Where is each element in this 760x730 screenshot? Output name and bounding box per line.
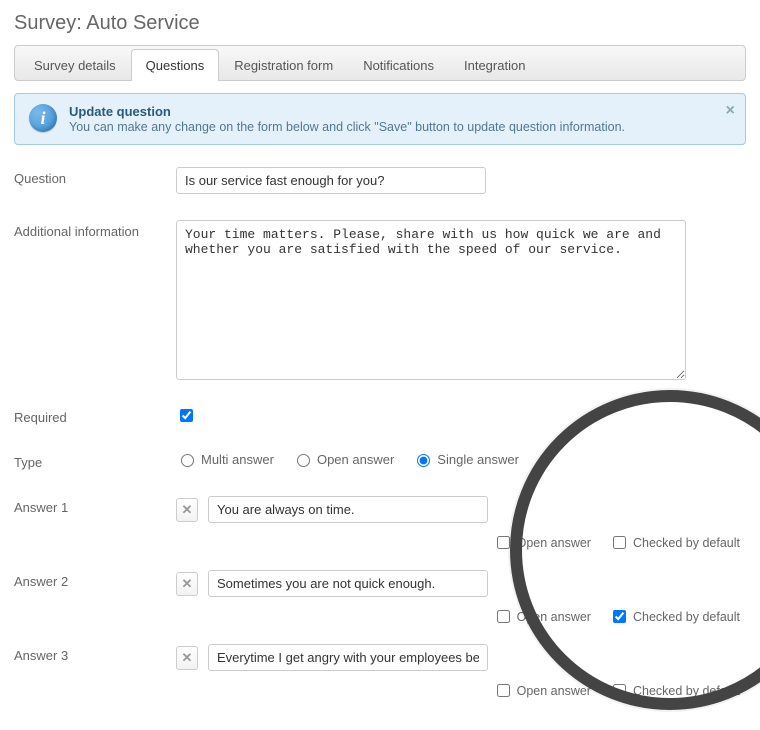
required-checkbox[interactable]: [180, 409, 193, 422]
close-icon: ✕: [182, 650, 193, 666]
answer-1-default-checkbox[interactable]: [613, 536, 626, 549]
answer-3-open-label: Open answer: [517, 684, 591, 698]
answer-2-default-option[interactable]: Checked by default: [609, 607, 740, 626]
label-required: Required: [14, 406, 176, 425]
type-single-label: Single answer: [437, 452, 519, 467]
type-multi-radio[interactable]: [181, 454, 194, 467]
delete-answer-2-button[interactable]: ✕: [176, 572, 198, 596]
delete-answer-1-button[interactable]: ✕: [176, 498, 198, 522]
label-question: Question: [14, 167, 176, 186]
answer-1-open-label: Open answer: [517, 536, 591, 550]
answer-1-default-label: Checked by default: [633, 536, 740, 550]
type-radio-group: Multi answer Open answer Single answer: [176, 451, 519, 467]
question-input[interactable]: [176, 167, 486, 194]
answer-3-default-label: Checked by default: [633, 684, 740, 698]
answer-2-open-label: Open answer: [517, 610, 591, 624]
close-icon[interactable]: ×: [726, 102, 735, 120]
answer-3-default-checkbox[interactable]: [613, 684, 626, 697]
answer-3-default-option[interactable]: Checked by default: [609, 681, 740, 700]
answer-2-default-label: Checked by default: [633, 610, 740, 624]
label-answer-3: Answer 3: [14, 644, 176, 663]
label-additional: Additional information: [14, 220, 176, 239]
answer-3-open-checkbox[interactable]: [497, 684, 510, 697]
info-banner: i Update question You can make any chang…: [14, 93, 746, 145]
type-open-radio[interactable]: [297, 454, 310, 467]
type-multi-label: Multi answer: [201, 452, 274, 467]
answer-2-input[interactable]: [208, 570, 488, 597]
additional-info-textarea[interactable]: Your time matters. Please, share with us…: [176, 220, 686, 380]
info-title: Update question: [69, 104, 625, 119]
label-type: Type: [14, 451, 176, 470]
tab-bar: Survey details Questions Registration fo…: [14, 45, 746, 81]
answer-1-default-option[interactable]: Checked by default: [609, 533, 740, 552]
type-single-option[interactable]: Single answer: [412, 451, 519, 467]
type-open-label: Open answer: [317, 452, 394, 467]
type-open-option[interactable]: Open answer: [292, 451, 394, 467]
tab-registration-form[interactable]: Registration form: [219, 49, 348, 81]
answer-1-input[interactable]: [208, 496, 488, 523]
page-title: Survey: Auto Service: [14, 12, 746, 35]
answer-2-open-checkbox[interactable]: [497, 610, 510, 623]
type-single-radio[interactable]: [417, 454, 430, 467]
answer-2-default-checkbox[interactable]: [613, 610, 626, 623]
answer-1-open-checkbox[interactable]: [497, 536, 510, 549]
close-icon: ✕: [182, 576, 193, 592]
delete-answer-3-button[interactable]: ✕: [176, 646, 198, 670]
tab-questions[interactable]: Questions: [131, 49, 220, 81]
answer-2-open-option[interactable]: Open answer: [493, 607, 591, 626]
answer-3-open-option[interactable]: Open answer: [493, 681, 591, 700]
tab-integration[interactable]: Integration: [449, 49, 540, 81]
tab-notifications[interactable]: Notifications: [348, 49, 449, 81]
label-answer-2: Answer 2: [14, 570, 176, 589]
tab-survey-details[interactable]: Survey details: [19, 49, 131, 81]
answer-3-input[interactable]: [208, 644, 488, 671]
info-body: You can make any change on the form belo…: [69, 120, 625, 134]
info-icon: i: [29, 104, 57, 132]
label-answer-1: Answer 1: [14, 496, 176, 515]
type-multi-option[interactable]: Multi answer: [176, 451, 274, 467]
answer-1-open-option[interactable]: Open answer: [493, 533, 591, 552]
close-icon: ✕: [182, 502, 193, 518]
